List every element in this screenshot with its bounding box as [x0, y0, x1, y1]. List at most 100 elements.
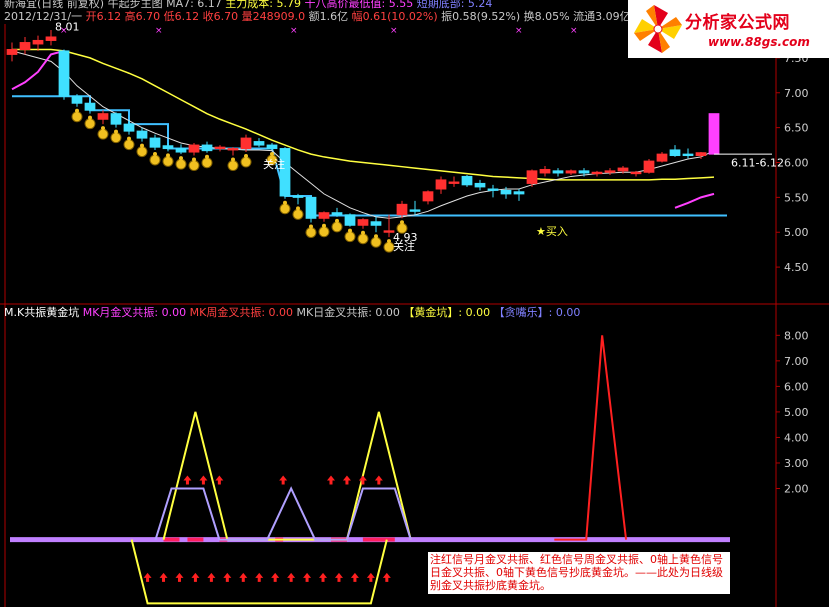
up-arrow-icon [279, 475, 288, 485]
coin-icon [149, 154, 161, 166]
coin-icon-top [101, 126, 105, 131]
up-arrow-icon [215, 475, 224, 485]
chart-label: 关注 [263, 157, 285, 171]
candle [188, 144, 200, 153]
indicator-series [162, 411, 412, 541]
candle [19, 42, 31, 51]
coin-icon [331, 221, 343, 233]
coin-icon-top [192, 157, 196, 162]
candle [175, 148, 187, 153]
candle [669, 149, 681, 157]
magenta-line [11, 49, 65, 91]
indicator-tick-label: 6.00 [784, 380, 809, 393]
up-arrow-icon [199, 475, 208, 485]
ind-field: MK月金叉共振: 0.00 [82, 306, 190, 319]
red-signal-block [362, 537, 395, 542]
top2-field: 收6.70 [202, 10, 242, 23]
stock-header-line1: 新海宜(日线 前复权) 牛起步主图 MA7: 6.17 主力成本: 5.79 十… [4, 0, 492, 10]
coin-icon-top [400, 220, 404, 225]
up-arrow-icon [342, 475, 351, 485]
up-arrow-icon [319, 572, 328, 582]
candle [58, 50, 70, 97]
coin-icon-top [231, 157, 235, 162]
top2-field: 幅0.61(10.02%) [351, 10, 442, 23]
up-arrow-icon [350, 572, 359, 582]
candle [149, 137, 161, 148]
event-marker: × [515, 26, 523, 36]
up-arrow-icon [207, 572, 216, 582]
ind-field: MK日金叉共振: 0.00 [296, 306, 404, 319]
ind-field: 【黄金坑】: 0.00 [403, 306, 494, 319]
logo-title: 分析家公式网 [685, 13, 790, 33]
candle [201, 144, 213, 152]
coin-icon-top [179, 156, 183, 161]
chart-label: 6.11-6.12 [731, 157, 784, 170]
candle [32, 39, 44, 45]
coin-icon-top [296, 206, 300, 211]
candle [162, 145, 174, 150]
price-tick-label: 5.50 [784, 191, 809, 204]
coin-icon [292, 208, 304, 220]
coin-icon [97, 128, 109, 140]
indicator-legend: M.K共振黄金坑 MK月金叉共振: 0.00 MK周金叉共振: 0.00 MK日… [4, 306, 580, 319]
coin-icon [123, 139, 135, 151]
top2-field: 换8.05% [523, 10, 574, 23]
coin-icon-top [244, 154, 248, 159]
price-tick-label: 5.00 [784, 226, 809, 239]
coin-icon [344, 231, 356, 243]
top1-field: 短期底部: 5.24 [416, 0, 493, 10]
chart-label: 关注 [393, 239, 415, 253]
candle [266, 144, 278, 150]
coin-icon-top [374, 234, 378, 239]
top1-field: 主力成本: 5.79 [225, 0, 305, 10]
coin-icon-top [270, 151, 274, 156]
candlestick-panel: 7.507.006.506.005.505.004.508.014.936.11… [6, 21, 809, 274]
candle [630, 171, 642, 175]
up-arrow-icon [271, 572, 280, 582]
candle [422, 191, 434, 202]
coin-icon [188, 160, 200, 172]
indicator-series [554, 335, 628, 541]
candle [97, 113, 109, 120]
ind-field: M.K共振黄金坑 [4, 306, 83, 319]
indicator-tick-label: 2.00 [784, 483, 809, 496]
candle [682, 153, 694, 157]
coin-icon [136, 146, 148, 158]
coin-icon-top [166, 153, 170, 158]
candle [292, 195, 304, 198]
chart-label: ★买入 [536, 225, 568, 238]
event-marker: × [570, 26, 578, 36]
top2-field: 流通3.09亿 [573, 10, 631, 23]
top2-field: 2012/12/31/一 [4, 10, 86, 23]
up-arrow-icon [183, 475, 192, 485]
candle [435, 179, 447, 190]
top2-field: 高6.70 [124, 10, 164, 23]
candle [214, 146, 226, 150]
coin-icon [357, 233, 369, 245]
candle [656, 153, 668, 162]
candle [695, 152, 707, 157]
candle [357, 219, 369, 226]
price-tick-label: 7.00 [784, 87, 809, 100]
coin-icon-top [153, 151, 157, 156]
event-marker: × [155, 26, 163, 36]
candle [474, 182, 486, 188]
candle [279, 148, 291, 197]
coin-icon-top [361, 230, 365, 235]
top2-field: 低6.12 [163, 10, 203, 23]
candle [240, 137, 252, 150]
candle [396, 203, 408, 216]
coin-icon-top [335, 218, 339, 223]
event-marker: × [390, 26, 398, 36]
candle [487, 188, 499, 191]
coin-icon-top [75, 108, 79, 113]
top2-field: 额1.6亿 [308, 10, 352, 23]
candle [305, 196, 317, 219]
candle [513, 191, 525, 195]
coin-icon-top [114, 129, 118, 134]
candle [461, 175, 473, 186]
candle [136, 130, 148, 139]
pinwheel-icon [634, 5, 682, 53]
candle [370, 221, 382, 226]
price-tick-label: 6.00 [784, 157, 809, 170]
